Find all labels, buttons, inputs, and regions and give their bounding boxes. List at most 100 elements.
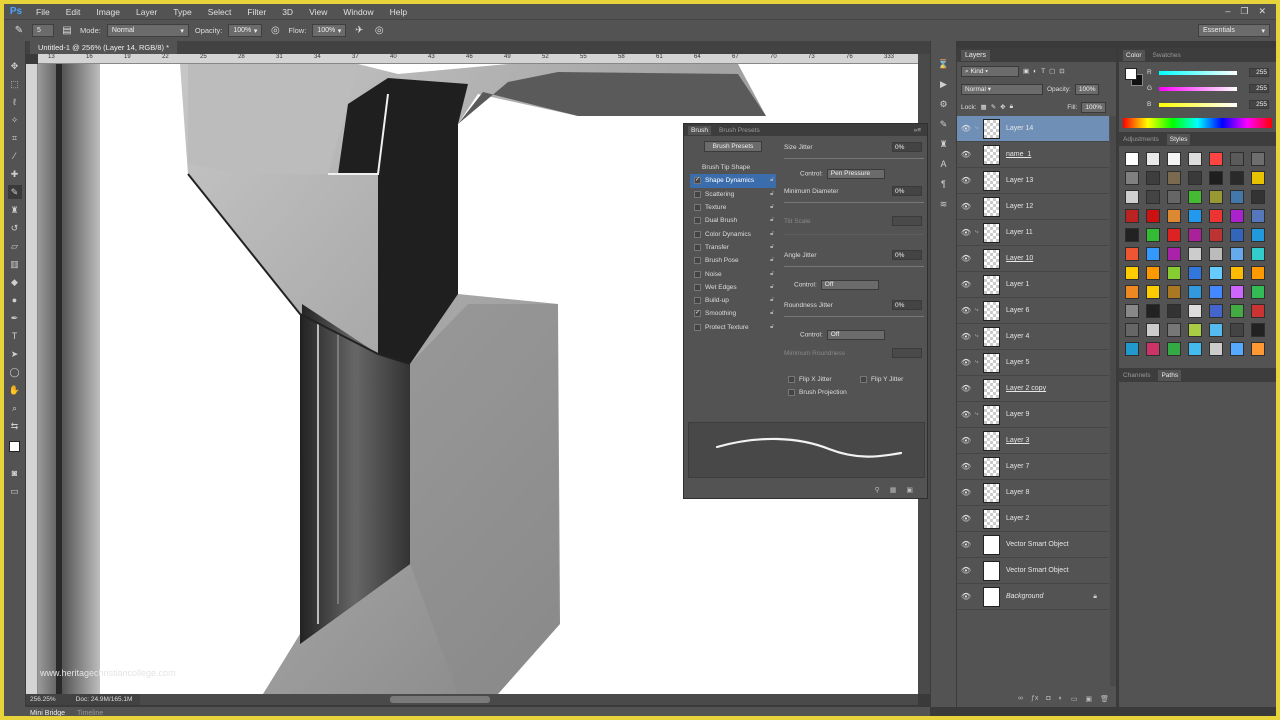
style-swatch[interactable] [1251, 342, 1265, 356]
style-swatch[interactable] [1209, 190, 1223, 204]
flip-x-row[interactable]: Flip X Jitter [784, 376, 832, 383]
style-swatch[interactable] [1209, 152, 1223, 166]
panel-menu-icon[interactable]: »≡ [914, 127, 921, 134]
layers-scrollbar[interactable] [1110, 116, 1116, 686]
tab-brush[interactable]: Brush [688, 125, 711, 135]
style-swatch[interactable] [1125, 266, 1139, 280]
delete-layer-icon[interactable]: 🗑︎ [1100, 695, 1109, 707]
style-swatch[interactable] [1188, 228, 1202, 242]
style-swatch[interactable] [1209, 171, 1223, 185]
style-swatch[interactable] [1146, 190, 1160, 204]
close-button[interactable]: ✕ [1258, 6, 1266, 17]
checkbox[interactable] [694, 204, 701, 212]
style-swatch[interactable] [1146, 266, 1160, 280]
layer-row[interactable]: 👁︎ Vector Smart Object [957, 532, 1109, 558]
style-swatch[interactable] [1146, 228, 1160, 242]
tab-timeline[interactable]: Timeline [77, 710, 103, 717]
link-layers-icon[interactable]: ∞ [1018, 695, 1023, 707]
brush-panel-icon[interactable]: ⚙ [936, 97, 952, 111]
lock-position-icon[interactable]: ✥ [1000, 103, 1005, 111]
move-tool-icon[interactable]: ✥ [8, 59, 22, 73]
airbrush-icon[interactable]: ✈ [352, 24, 366, 38]
brush-tip-shape-item[interactable]: Brush Tip Shape [690, 161, 776, 174]
style-swatch[interactable] [1188, 247, 1202, 261]
visibility-eye-icon[interactable]: 👁︎ [957, 462, 975, 471]
clone-source-icon[interactable]: ♜ [936, 137, 952, 151]
style-swatch[interactable] [1230, 152, 1244, 166]
style-swatch[interactable] [1230, 209, 1244, 223]
lasso-tool-icon[interactable]: ℓ [8, 95, 22, 109]
style-swatch[interactable] [1251, 152, 1265, 166]
menu-select[interactable]: Select [200, 7, 240, 17]
brush-option-item[interactable]: Protect Texture 🔓︎ [690, 321, 776, 334]
style-swatch[interactable] [1167, 152, 1181, 166]
layer-name[interactable]: Layer 11 [1006, 229, 1033, 236]
brush-option-item[interactable]: Color Dynamics 🔓︎ [690, 227, 776, 240]
blend-mode-select[interactable]: Normal ▾ [961, 83, 1043, 95]
style-swatch[interactable] [1251, 266, 1265, 280]
style-swatch[interactable] [1209, 323, 1223, 337]
visibility-eye-icon[interactable]: 👁︎ [957, 436, 975, 445]
character-panel-icon[interactable]: A [936, 157, 952, 171]
layer-name[interactable]: Layer 2 [1006, 515, 1029, 522]
toggle-bristle-preview-icon[interactable]: ⚲ [875, 486, 880, 498]
style-swatch[interactable] [1230, 323, 1244, 337]
style-swatch[interactable] [1167, 228, 1181, 242]
menu-filter[interactable]: Filter [239, 7, 274, 17]
layer-name[interactable]: Layer 3 [1006, 437, 1029, 444]
lock-icon[interactable]: 🔓︎ [770, 324, 774, 331]
style-swatch[interactable] [1146, 342, 1160, 356]
checkbox[interactable]: ✓ [694, 177, 701, 185]
style-swatch[interactable] [1125, 285, 1139, 299]
brush-panel-toggle-icon[interactable]: ▤ [60, 24, 74, 38]
style-swatch[interactable] [1230, 190, 1244, 204]
dodge-tool-icon[interactable]: ● [8, 293, 22, 307]
style-swatch[interactable] [1230, 304, 1244, 318]
lock-icon[interactable]: 🔓︎ [770, 204, 774, 211]
style-swatch[interactable] [1146, 247, 1160, 261]
menu-view[interactable]: View [301, 7, 335, 17]
lock-icon[interactable]: 🔓︎ [770, 177, 774, 184]
actions-panel-icon[interactable]: ▶ [936, 77, 952, 91]
control-select-1[interactable]: Pen Pressure [826, 169, 885, 179]
quick-select-tool-icon[interactable]: ✧ [8, 113, 22, 127]
visibility-eye-icon[interactable]: 👁︎ [957, 384, 975, 393]
path-select-tool-icon[interactable]: ➤ [8, 347, 22, 361]
style-swatch[interactable] [1230, 171, 1244, 185]
style-swatch[interactable] [1230, 266, 1244, 280]
restore-button[interactable]: ❐ [1240, 6, 1248, 17]
checkbox[interactable] [694, 190, 701, 198]
style-swatch[interactable] [1167, 266, 1181, 280]
layer-row[interactable]: 👁︎ Layer 13 [957, 168, 1109, 194]
style-swatch[interactable] [1251, 247, 1265, 261]
menu-file[interactable]: File [28, 7, 58, 17]
menu-3d[interactable]: 3D [274, 7, 301, 17]
tab-channels[interactable]: Channels [1123, 372, 1150, 379]
style-swatch[interactable] [1125, 190, 1139, 204]
gradient-tool-icon[interactable]: ▥ [8, 257, 22, 271]
brush-presets-icon[interactable]: ✎ [936, 117, 952, 131]
style-swatch[interactable] [1167, 323, 1181, 337]
lock-all-icon[interactable]: 🔒︎ [1010, 103, 1013, 111]
channel-slider[interactable] [1159, 71, 1237, 75]
style-swatch[interactable] [1188, 342, 1202, 356]
checkbox[interactable] [694, 243, 701, 251]
visibility-eye-icon[interactable]: 👁︎ [957, 410, 975, 419]
channel-slider[interactable] [1159, 87, 1237, 91]
lock-icon[interactable]: 🔓︎ [770, 231, 774, 238]
style-swatch[interactable] [1167, 342, 1181, 356]
layer-row[interactable]: 👁︎ name_1 [957, 142, 1109, 168]
mode-select[interactable]: Normal ▾ [106, 24, 189, 37]
brush-presets-button[interactable]: Brush Presets [704, 141, 762, 152]
new-group-icon[interactable]: ▭ [1071, 695, 1078, 707]
tab-adjustments[interactable]: Adjustments [1123, 136, 1159, 143]
kind-filter-select[interactable]: ⌕ Kind ▾ [961, 65, 1019, 77]
style-swatch[interactable] [1167, 247, 1181, 261]
lock-transparent-icon[interactable]: ▦ [981, 103, 987, 111]
angle-jitter-field[interactable]: 0% [892, 250, 922, 260]
layer-row[interactable]: 👁︎ ⤷ Layer 14 [957, 116, 1109, 142]
layer-name[interactable]: Layer 10 [1006, 255, 1033, 262]
layer-row[interactable]: 👁︎ ⤷ Layer 4 [957, 324, 1109, 350]
lock-icon[interactable]: 🔓︎ [770, 284, 774, 291]
style-swatch[interactable] [1230, 247, 1244, 261]
